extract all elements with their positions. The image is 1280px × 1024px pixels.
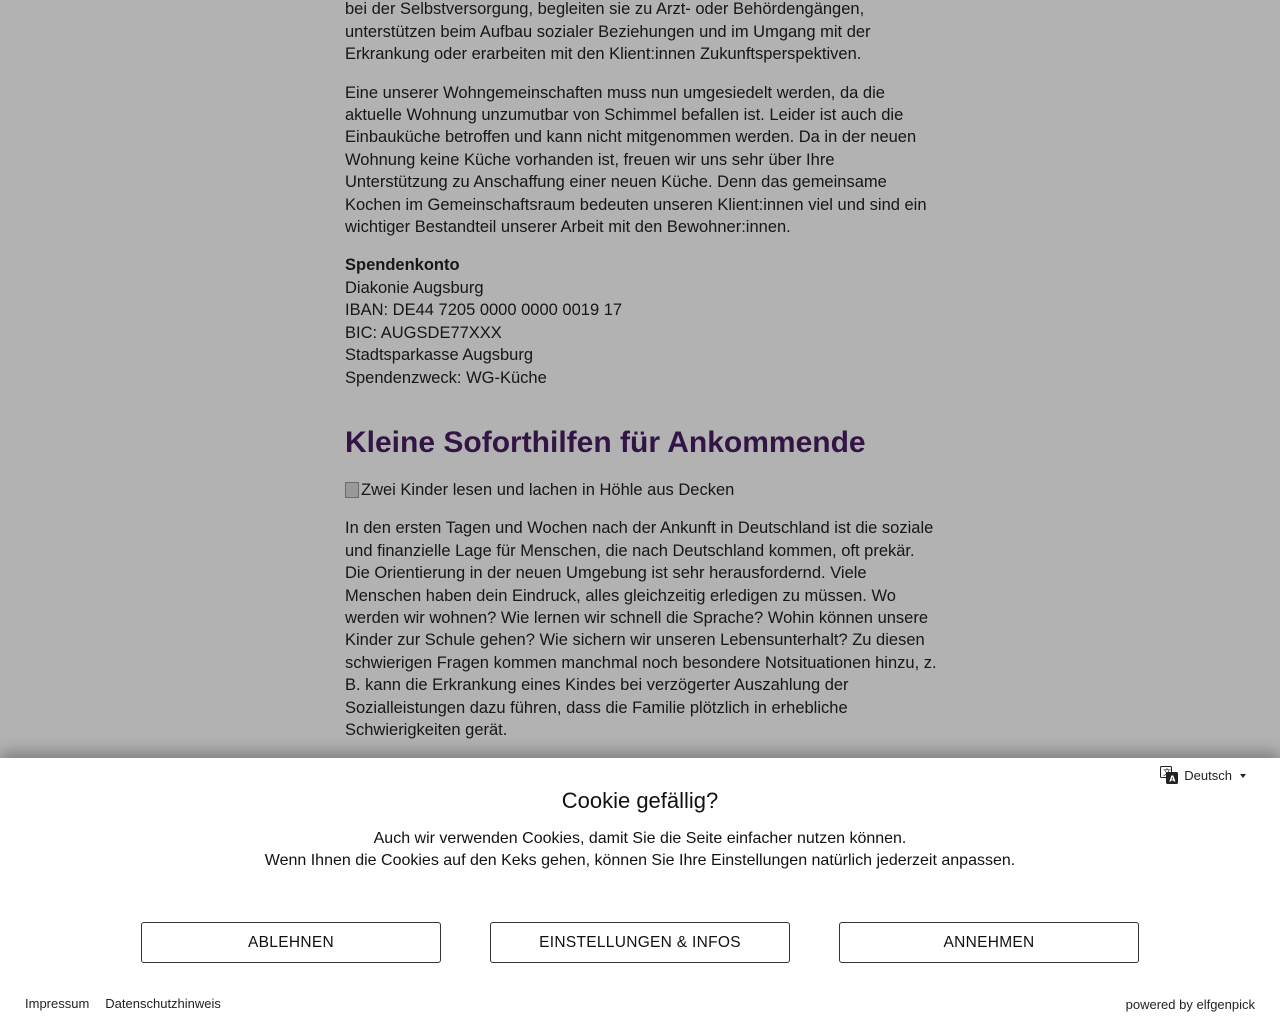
translate-icon: 文 A: [1160, 766, 1179, 784]
powered-by-text: powered by elfgenpick: [1125, 997, 1255, 1012]
accept-button[interactable]: ANNEHMEN: [839, 922, 1139, 963]
imprint-link[interactable]: Impressum: [25, 996, 89, 1011]
cookie-title: Cookie gefällig?: [561, 788, 719, 813]
language-label: Deutsch: [1184, 767, 1232, 783]
privacy-link[interactable]: Datenschutzhinweis: [105, 996, 221, 1011]
svg-text:A: A: [1170, 775, 1177, 784]
caret-down-icon: [1240, 773, 1246, 778]
cookie-banner: 文 A Deutsch Cookie gefällig? Auch wir ve…: [0, 758, 1280, 1024]
cookie-footer-links: Impressum Datenschutzhinweis: [25, 996, 221, 1011]
cookie-text-line: Wenn Ihnen die Cookies auf den Keks gehe…: [264, 852, 1016, 869]
cookie-text-line: Auch wir verwenden Cookies, damit Sie di…: [373, 830, 907, 847]
settings-button[interactable]: EINSTELLUNGEN & INFOS: [490, 922, 790, 963]
decline-button[interactable]: ABLEHNEN: [141, 922, 441, 963]
cookie-text: Auch wir verwenden Cookies, damit Sie di…: [0, 828, 1280, 872]
language-selector[interactable]: 文 A Deutsch: [1160, 766, 1246, 784]
